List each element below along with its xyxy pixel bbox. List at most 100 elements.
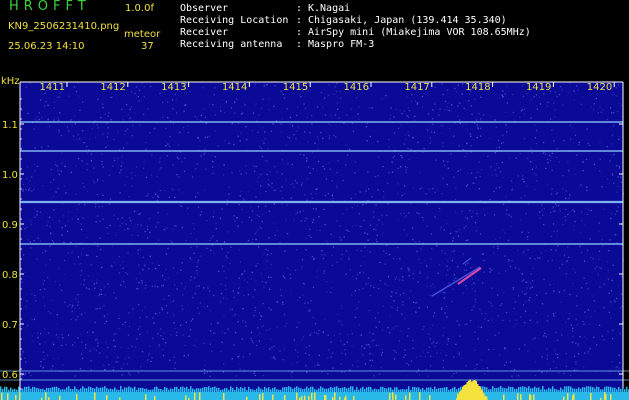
noise-speck: [169, 359, 171, 361]
power-spike: [145, 394, 147, 400]
noise-speck: [423, 93, 425, 95]
noise-speck: [367, 277, 370, 279]
noise-speck: [246, 139, 248, 141]
noise-speck: [147, 195, 149, 197]
noise-speck: [430, 233, 432, 235]
noise-speck: [188, 335, 190, 337]
noise-speck: [452, 143, 454, 145]
noise-speck: [263, 85, 265, 87]
noise-speck: [118, 314, 120, 317]
noise-speck: [571, 341, 573, 343]
noise-speck: [554, 91, 557, 93]
noise-speck: [200, 211, 203, 213]
noise-speck: [220, 350, 222, 352]
noise-speck: [300, 96, 302, 98]
noise-speck: [567, 318, 569, 320]
noise-speck: [459, 122, 461, 125]
power-bar: [572, 388, 574, 392]
noise-speck: [316, 170, 318, 172]
noise-speck: [539, 217, 541, 219]
noise-speck: [477, 326, 480, 328]
noise-speck: [422, 351, 424, 353]
noise-speck: [236, 217, 238, 219]
noise-speck: [39, 343, 41, 345]
noise-speck: [250, 278, 253, 280]
power-spike: [389, 393, 391, 400]
noise-speck: [453, 250, 455, 252]
noise-speck: [151, 357, 153, 359]
noise-speck: [614, 213, 616, 215]
noise-speck: [474, 221, 477, 224]
noise-speck: [388, 172, 390, 174]
power-peak-bar: [462, 386, 464, 400]
noise-speck: [266, 260, 268, 262]
meteor-count: 37: [141, 41, 154, 52]
noise-speck: [349, 148, 351, 150]
noise-speck: [368, 344, 370, 346]
noise-speck: [70, 171, 72, 173]
noise-speck: [403, 110, 405, 112]
noise-speck: [408, 134, 410, 136]
noise-speck: [214, 156, 216, 158]
noise-speck: [111, 245, 113, 247]
noise-speck: [306, 178, 308, 180]
noise-speck: [194, 277, 196, 279]
noise-speck: [555, 249, 557, 251]
noise-speck: [610, 212, 612, 215]
noise-speck: [82, 217, 84, 219]
noise-speck: [88, 288, 90, 290]
noise-speck: [195, 239, 198, 241]
noise-speck: [535, 174, 537, 176]
power-bar: [262, 389, 264, 392]
power-bar: [78, 389, 80, 392]
noise-speck: [346, 208, 348, 211]
noise-speck: [355, 225, 357, 227]
noise-speck: [63, 185, 65, 188]
noise-speck: [311, 115, 313, 117]
power-bar: [144, 388, 146, 392]
noise-speck: [109, 198, 112, 200]
power-bar: [130, 387, 132, 392]
noise-speck: [173, 284, 176, 286]
noise-speck: [612, 264, 614, 266]
noise-speck: [545, 167, 547, 169]
noise-speck: [158, 346, 160, 348]
noise-speck: [339, 236, 341, 238]
noise-speck: [466, 323, 468, 325]
noise-speck: [113, 366, 115, 368]
noise-speck: [59, 112, 61, 114]
noise-speck: [104, 368, 106, 371]
noise-speck: [312, 221, 314, 223]
noise-speck: [381, 98, 383, 100]
noise-speck: [267, 249, 269, 252]
noise-speck: [414, 119, 416, 121]
power-bar: [364, 388, 366, 392]
noise-speck: [264, 131, 266, 133]
noise-speck: [416, 103, 418, 105]
noise-speck: [296, 106, 299, 109]
power-bar: [276, 389, 278, 392]
noise-speck: [117, 218, 119, 220]
noise-speck: [279, 350, 281, 352]
noise-speck: [546, 354, 549, 357]
power-bar: [272, 388, 274, 392]
noise-speck: [172, 267, 175, 269]
noise-speck: [270, 276, 272, 279]
noise-speck: [597, 112, 600, 114]
noise-speck: [473, 282, 475, 284]
noise-speck: [504, 347, 506, 349]
noise-speck: [464, 155, 466, 158]
noise-speck: [195, 196, 197, 198]
noise-speck: [92, 180, 95, 182]
power-bar: [612, 387, 614, 392]
noise-speck: [52, 241, 55, 244]
noise-speck: [527, 157, 529, 160]
power-bar: [410, 389, 412, 392]
noise-speck: [42, 367, 44, 369]
noise-speck: [58, 131, 60, 133]
noise-speck: [512, 111, 514, 114]
noise-speck: [392, 157, 394, 159]
noise-speck: [80, 270, 83, 272]
noise-speck: [481, 253, 484, 255]
noise-speck: [427, 351, 429, 354]
